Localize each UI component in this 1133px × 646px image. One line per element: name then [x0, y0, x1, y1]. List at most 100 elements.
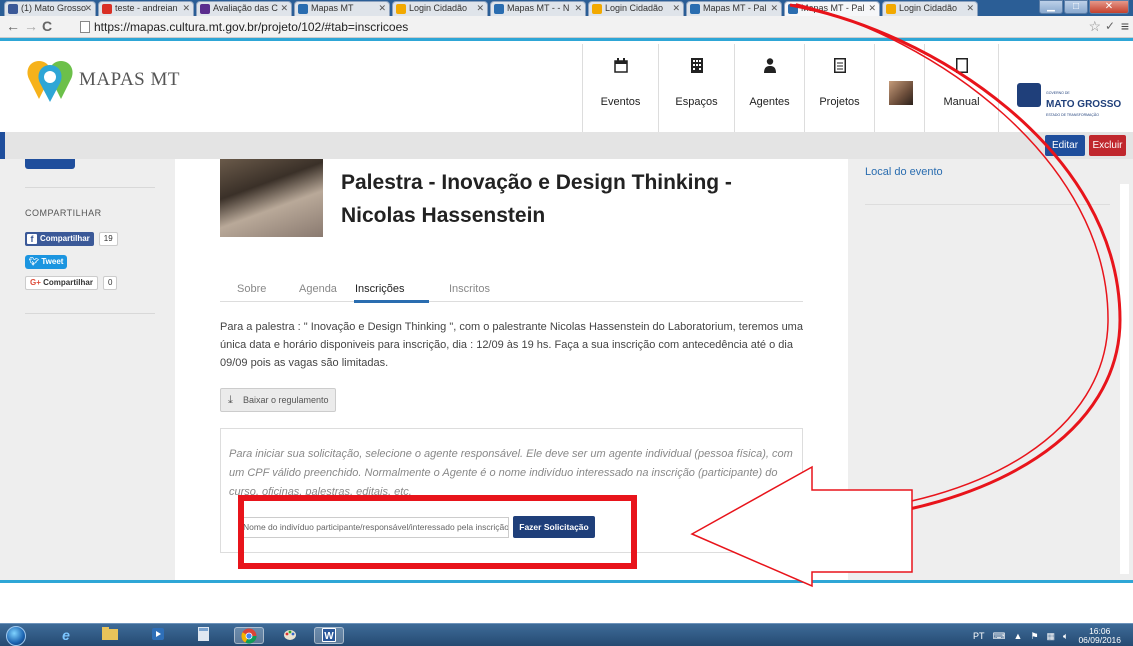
- bookmark-star-icon[interactable]: ☆: [1088, 18, 1101, 35]
- facebook-label: Compartilhar: [40, 234, 90, 243]
- word-icon[interactable]: W: [314, 627, 344, 644]
- nav-eventos[interactable]: Eventos: [582, 44, 658, 132]
- nav-label: Eventos: [600, 96, 641, 108]
- browser-tab[interactable]: Login Cidadão ✕: [882, 1, 978, 16]
- left-sidebar: COMPARTILHAR f Compartilhar 19 🐦︎ Tweet G…: [0, 159, 175, 580]
- tab-inscricoes[interactable]: Inscrições: [355, 283, 405, 295]
- mato-grosso-logo[interactable]: GOVERNO DE MATO GROSSO ESTADO DE TRANSFORM…: [998, 44, 1124, 132]
- maximize-button[interactable]: □: [1064, 0, 1088, 14]
- user-icon: [735, 58, 804, 76]
- close-icon[interactable]: ✕: [84, 2, 92, 15]
- nav-manual[interactable]: Manual: [924, 44, 998, 132]
- login-icon: [886, 4, 896, 14]
- nav-label: Agentes: [749, 96, 790, 108]
- download-label: Baixar o regulamento: [243, 395, 329, 405]
- subscribe-button[interactable]: [25, 159, 75, 169]
- close-icon[interactable]: ✕: [868, 2, 876, 15]
- close-icon[interactable]: ✕: [574, 2, 582, 15]
- close-window-button[interactable]: ✕: [1089, 0, 1129, 14]
- edit-button[interactable]: Editar: [1045, 135, 1085, 156]
- edit-bar: Editar Excluir: [0, 132, 1133, 159]
- facebook-icon: [8, 4, 18, 14]
- check-icon[interactable]: ✓: [1105, 19, 1115, 33]
- panel-instructions: Para iniciar sua solicitação, selecione …: [229, 448, 793, 498]
- paint-icon[interactable]: [280, 627, 300, 644]
- tab-label: Avaliação das C: [213, 3, 278, 13]
- login-icon: [396, 4, 406, 14]
- browser-tab[interactable]: Mapas MT - - N ✕: [490, 1, 586, 16]
- calendar-icon: [583, 58, 658, 76]
- facebook-share-row: f Compartilhar 19: [25, 232, 118, 246]
- calculator-icon[interactable]: [193, 627, 213, 644]
- back-icon[interactable]: ←: [6, 18, 20, 34]
- system-tray: PT ⌨ ▲ ⚑ ▦ 🔈︎ 16:06 06/09/2016: [965, 627, 1121, 645]
- url-field[interactable]: https://mapas.cultura.mt.gov.br/projeto/…: [80, 18, 1090, 36]
- download-regulation-button[interactable]: ⤓ Baixar o regulamento: [220, 388, 336, 412]
- tab-sobre[interactable]: Sobre: [237, 283, 266, 295]
- url-text: https://mapas.cultura.mt.gov.br/projeto/…: [94, 20, 409, 34]
- forward-icon[interactable]: →: [24, 18, 38, 34]
- active-tab-indicator: [354, 300, 429, 303]
- tab-agenda[interactable]: Agenda: [299, 283, 337, 295]
- media-player-icon[interactable]: [148, 627, 168, 644]
- close-icon[interactable]: ✕: [182, 2, 190, 15]
- chrome-icon[interactable]: [234, 627, 264, 644]
- window-controls: ▁ □ ✕: [1038, 0, 1129, 16]
- close-icon[interactable]: ✕: [770, 2, 778, 15]
- close-icon[interactable]: ✕: [476, 2, 484, 15]
- gplus-share-row: G+ Compartilhar 0: [25, 276, 118, 290]
- browser-tab[interactable]: (1) Mato Grosso ✕: [4, 1, 96, 16]
- mapas-logo-icon[interactable]: [25, 57, 75, 103]
- menu-icon[interactable]: ≡: [1121, 18, 1129, 34]
- browser-tab-active[interactable]: Mapas MT - Pal ✕: [784, 1, 880, 16]
- start-button[interactable]: [6, 626, 26, 646]
- avatar[interactable]: [889, 81, 913, 105]
- tweet-label: Tweet: [41, 257, 64, 266]
- close-icon[interactable]: ✕: [966, 2, 974, 15]
- logo-text[interactable]: MAPAS MT: [79, 69, 180, 91]
- tab-inscritos[interactable]: Inscritos: [449, 283, 490, 295]
- tab-label: Mapas MT - Pal: [703, 3, 767, 13]
- nav-label: Espaços: [675, 96, 718, 108]
- tab-label: Mapas MT - - N: [507, 3, 570, 13]
- delete-button[interactable]: Excluir: [1089, 135, 1126, 156]
- volume-icon[interactable]: 🔈︎: [1063, 631, 1068, 642]
- gplus-share-button[interactable]: G+ Compartilhar: [25, 276, 98, 290]
- browser-tab[interactable]: Login Cidadão ✕: [588, 1, 684, 16]
- show-hidden-icons[interactable]: ▲: [1014, 631, 1023, 641]
- keyboard-icon[interactable]: ⌨: [993, 631, 1006, 642]
- nav-espacos[interactable]: Espaços: [658, 44, 734, 132]
- nav-agentes[interactable]: Agentes: [734, 44, 804, 132]
- scrollbar[interactable]: [1120, 184, 1129, 574]
- browser-tab[interactable]: Login Cidadão ✕: [392, 1, 488, 16]
- tab-label: teste - andreian: [115, 3, 178, 13]
- flag-icon[interactable]: ⚑: [1030, 631, 1038, 642]
- mapas-icon: [690, 4, 700, 14]
- explorer-icon[interactable]: [100, 627, 120, 644]
- close-icon[interactable]: ✕: [672, 2, 680, 15]
- network-icon[interactable]: ▦: [1047, 631, 1056, 642]
- close-icon[interactable]: ✕: [378, 2, 386, 15]
- language-indicator[interactable]: PT: [973, 631, 985, 641]
- twitter-share-row: 🐦︎ Tweet: [25, 255, 68, 269]
- browser-tab[interactable]: Mapas MT ✕: [294, 1, 390, 16]
- blank-area: [0, 583, 1133, 623]
- browser-tab[interactable]: Avaliação das C ✕: [196, 1, 292, 16]
- gov-logo-text: GOVERNO DE MATO GROSSO ESTADO DE TRANSFORM…: [1046, 91, 1122, 117]
- right-sidebar: Local do evento: [848, 159, 1133, 580]
- tweet-button[interactable]: 🐦︎ Tweet: [25, 255, 68, 269]
- reload-icon[interactable]: C: [42, 18, 52, 34]
- facebook-share-button[interactable]: f Compartilhar: [25, 232, 94, 246]
- local-do-evento-link[interactable]: Local do evento: [865, 166, 943, 178]
- browser-tab[interactable]: Mapas MT - Pal ✕: [686, 1, 782, 16]
- ie-icon[interactable]: e: [56, 627, 76, 644]
- clock[interactable]: 16:06 06/09/2016: [1078, 627, 1121, 645]
- nav-projetos[interactable]: Projetos: [804, 44, 874, 132]
- facebook-icon: f: [27, 234, 37, 244]
- minimize-button[interactable]: ▁: [1039, 0, 1063, 14]
- close-icon[interactable]: ✕: [280, 2, 288, 15]
- tab-label: Login Cidadão: [605, 3, 664, 13]
- gplus-count: 0: [102, 276, 118, 290]
- twitter-icon: 🐦︎: [29, 257, 40, 266]
- browser-tab[interactable]: teste - andreian ✕: [98, 1, 194, 16]
